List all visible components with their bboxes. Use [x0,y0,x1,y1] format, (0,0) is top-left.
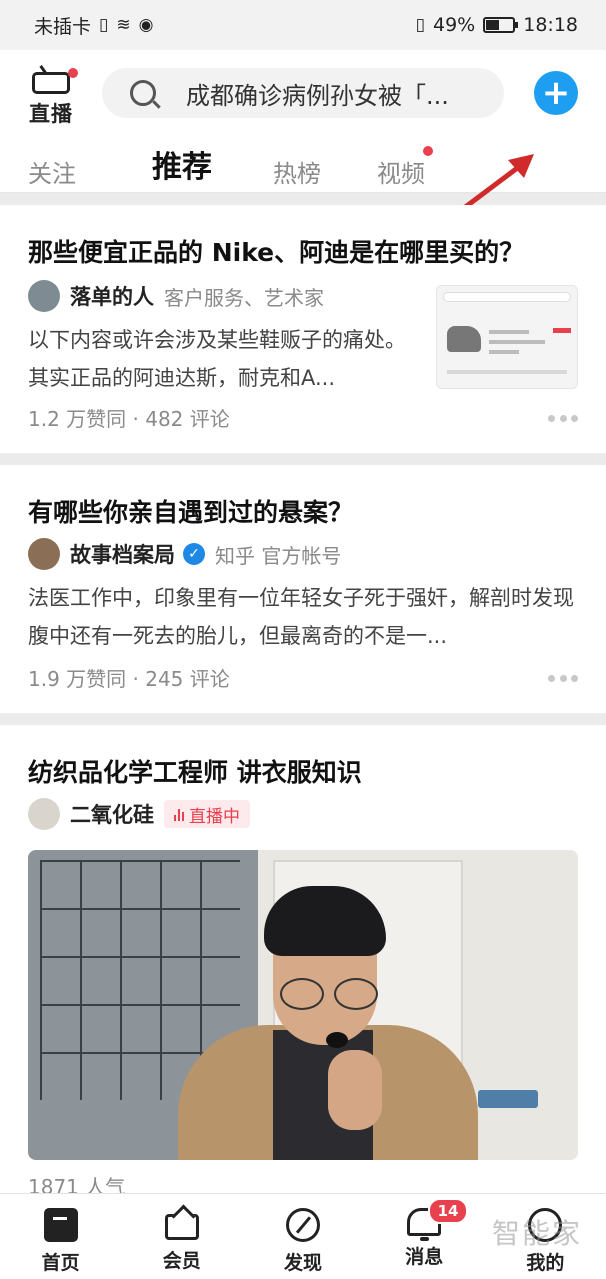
nav-home[interactable]: 首页 [0,1194,121,1279]
tab-hot[interactable]: 热榜 [273,154,321,189]
carrier-text: 未插卡 [34,15,92,38]
clock: 18:18 [523,14,578,36]
watermark: 智能家 [492,1217,583,1250]
author-row: 落单的人 客户服务、艺术家 [28,279,324,313]
nav-vip[interactable]: 会员 [121,1194,242,1279]
nav-discover[interactable]: 发现 [242,1194,363,1279]
live-button[interactable]: 直播 [26,68,78,126]
feed-card[interactable]: 有哪些你亲自遇到过的悬案？ 故事档案局 ✓ 知乎 官方帐号 法医工作中，印象里有… [0,465,606,713]
more-icon[interactable] [548,415,578,423]
nav-label: 发现 [284,1252,323,1274]
more-icon[interactable] [548,675,578,683]
search-bar[interactable]: 成都确诊病例孙女被「... [102,68,504,118]
verified-icon: ✓ [183,543,205,565]
live-badge: 直播中 [164,800,250,828]
author-row: 故事档案局 ✓ 知乎 官方帐号 [28,537,341,571]
plus-icon: + [541,73,571,113]
card-excerpt[interactable]: 法医工作中，印象里有一位年轻女子死于强奸，解剖时发现腹中还有一死去的胎儿，但最离… [28,579,578,655]
avatar[interactable] [28,538,60,570]
sim-icon: ▯ [99,15,109,35]
card-excerpt[interactable]: 以下内容或许会涉及某些鞋贩子的痛处。其实正品的阿迪达斯，耐克和A... [28,321,420,397]
search-icon [130,80,156,106]
live-badge-label: 直播中 [189,806,240,827]
card-title[interactable]: 纺织品化学工程师 讲衣服知识 [28,753,362,789]
top-header: 直播 成都确诊病例孙女被「... + 关注 推荐 热榜 视频 [0,50,606,229]
author-desc: 知乎 官方帐号 [215,543,342,568]
battery-icon [483,17,519,33]
card-title[interactable]: 有哪些你亲自遇到过的悬案？ [28,493,353,529]
nav-messages[interactable]: 14 消息 [364,1194,485,1279]
tv-icon [32,72,70,94]
discover-icon [286,1208,320,1242]
nav-label: 会员 [162,1250,201,1272]
message-count-badge: 14 [427,1198,469,1224]
tab-video[interactable]: 视频 [377,154,425,189]
nav-label: 消息 [405,1246,444,1268]
eye-icon: ◉ [138,15,154,35]
search-placeholder: 成都确诊病例孙女被「... [186,81,449,110]
vibrate-icon: ▯ [415,15,425,35]
live-bars-icon [174,808,184,821]
notification-dot [68,68,78,78]
status-bar: 未插卡 ▯ ≋ ◉ ▯ 49% 18:18 [0,0,606,50]
vip-icon [164,1214,199,1240]
live-video-preview[interactable] [28,850,578,1160]
home-icon [43,1208,78,1242]
author-row: 二氧化硅 直播中 [28,797,250,831]
nav-label: 首页 [41,1252,80,1274]
author-name[interactable]: 二氧化硅 [70,799,154,829]
feed-card[interactable]: 那些便宜正品的 Nike、阿迪是在哪里买的？ 落单的人 客户服务、艺术家 以下内… [0,205,606,453]
author-name[interactable]: 落单的人 [70,281,154,311]
feed-card[interactable]: 纺织品化学工程师 讲衣服知识 二氧化硅 直播中 1871 人气 [0,725,606,1199]
add-button[interactable]: + [534,71,578,115]
card-thumbnail[interactable] [436,285,578,389]
tab-recommend[interactable]: 推荐 [152,142,212,186]
nav-label: 我的 [526,1252,565,1274]
battery-percent: 49% [433,14,476,36]
tab-follow[interactable]: 关注 [28,154,76,189]
author-name[interactable]: 故事档案局 [70,539,175,569]
wifi-icon: ≋ [116,15,131,35]
avatar[interactable] [28,280,60,312]
live-label: 直播 [29,102,73,126]
card-stats: 1.2 万赞同 · 482 评论 [28,407,230,431]
card-stats: 1.9 万赞同 · 245 评论 [28,667,230,691]
author-desc: 客户服务、艺术家 [164,285,324,310]
card-title[interactable]: 那些便宜正品的 Nike、阿迪是在哪里买的？ [28,233,524,269]
avatar[interactable] [28,798,60,830]
